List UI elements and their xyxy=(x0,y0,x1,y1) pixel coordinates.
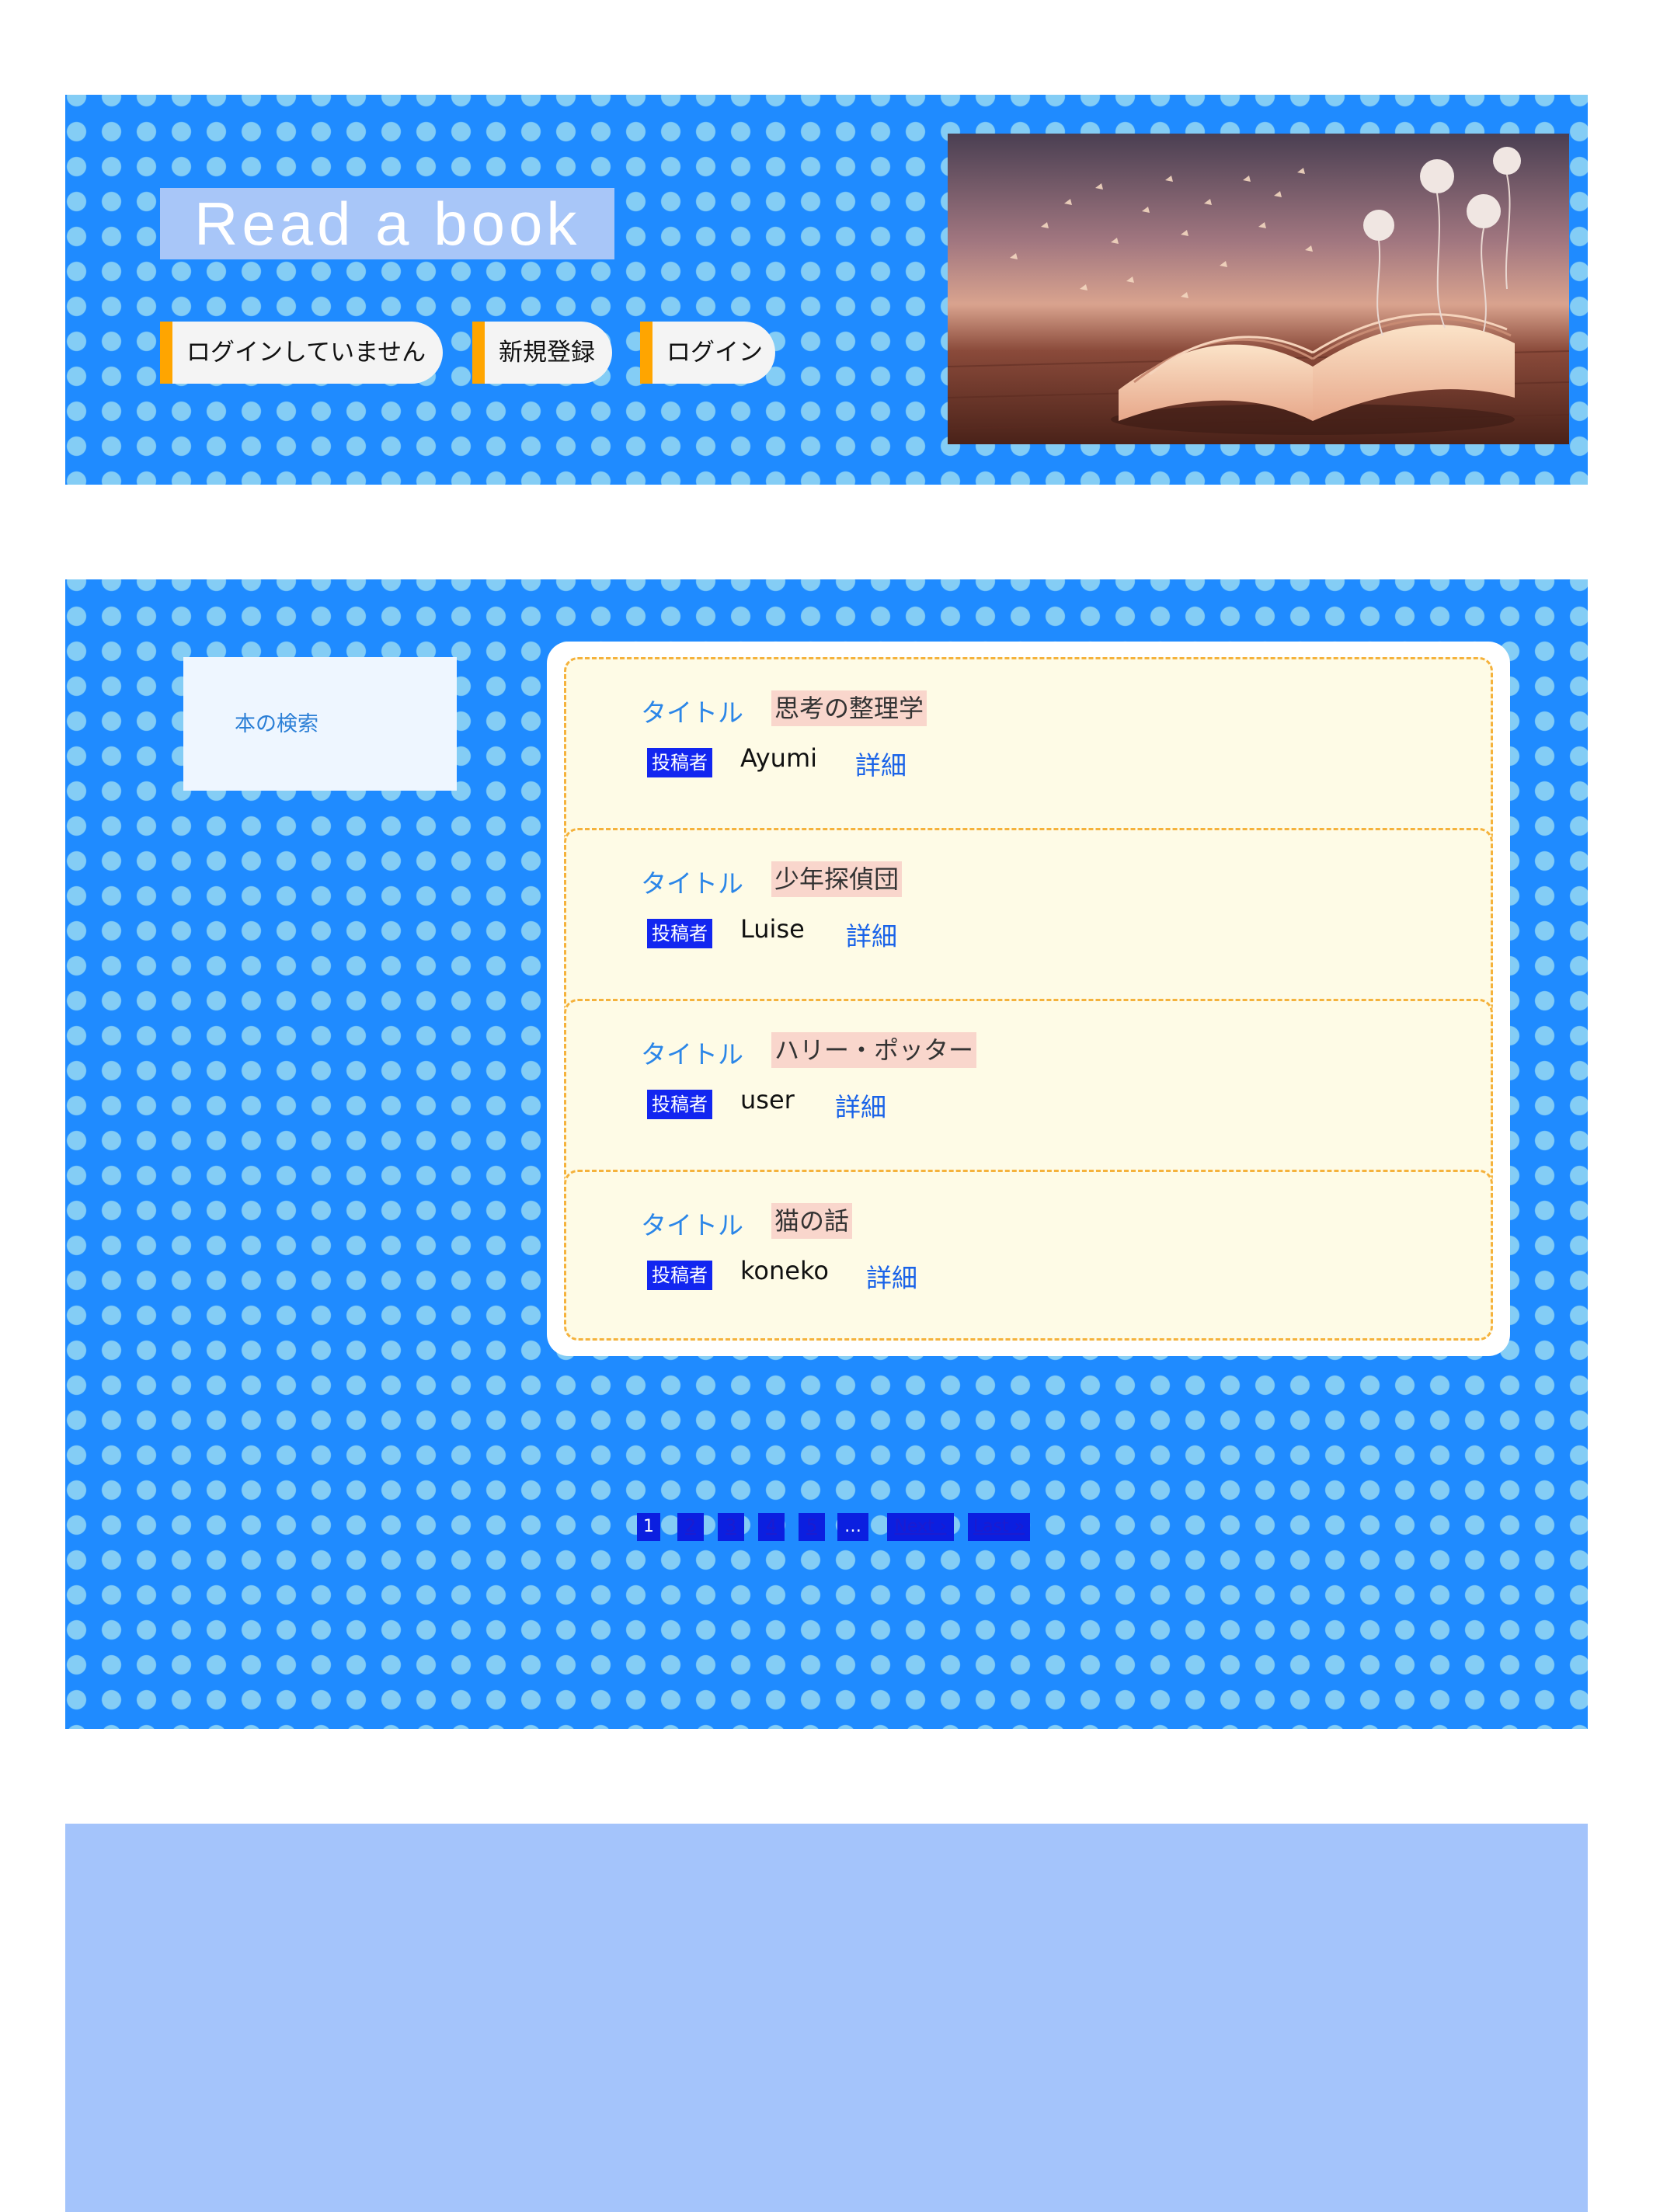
next-page-link[interactable]: Next › xyxy=(887,1513,954,1541)
book-title: 猫の話 xyxy=(771,1203,853,1239)
open-book-illustration xyxy=(948,134,1569,444)
poster-badge: 投稿者 xyxy=(647,1090,712,1119)
post-card: タイトル 少年探偵団 投稿者 Luise 詳細 xyxy=(564,828,1493,1019)
site-header: Read a book ログインしていません 新規登録 ログイン xyxy=(65,95,1588,485)
detail-link[interactable]: 詳細 xyxy=(866,1257,917,1295)
last-page-link[interactable]: Last » xyxy=(968,1513,1030,1541)
book-title: ハリー・ポッター xyxy=(771,1032,977,1068)
main-content: 本の検索 タイトル 思考の整理学 投稿者 Ayumi 詳細 タイトル 少年探偵団… xyxy=(65,579,1588,1729)
page-link[interactable]: 4 xyxy=(758,1513,785,1541)
title-label: タイトル xyxy=(641,1039,743,1069)
post-card: タイトル 思考の整理学 投稿者 Ayumi 詳細 xyxy=(564,657,1493,848)
detail-link[interactable]: 詳細 xyxy=(835,1087,886,1124)
book-title: 少年探偵団 xyxy=(771,861,903,897)
title-label: タイトル xyxy=(641,697,743,728)
signup-button[interactable]: 新規登録 xyxy=(472,322,612,384)
poster-name: koneko xyxy=(740,1256,829,1285)
detail-link[interactable]: 詳細 xyxy=(846,916,897,953)
poster-badge: 投稿者 xyxy=(647,748,712,777)
poster-name: user xyxy=(740,1085,795,1115)
page-current: 1 xyxy=(637,1513,660,1541)
post-list: タイトル 思考の整理学 投稿者 Ayumi 詳細 タイトル 少年探偵団 投稿者 … xyxy=(547,642,1510,1356)
title-label: タイトル xyxy=(641,868,743,899)
book-search-link[interactable]: 本の検索 xyxy=(235,707,318,737)
poster-name: Ayumi xyxy=(740,743,817,773)
poster-badge: 投稿者 xyxy=(647,1261,712,1290)
post-card: タイトル 猫の話 投稿者 koneko 詳細 xyxy=(564,1170,1493,1341)
site-title[interactable]: Read a book xyxy=(160,188,615,259)
login-status-button[interactable]: ログインしていません xyxy=(160,322,443,384)
login-button[interactable]: ログイン xyxy=(640,322,775,384)
book-title: 思考の整理学 xyxy=(771,690,927,726)
header-book-image xyxy=(948,134,1569,444)
page-link[interactable]: 2 xyxy=(677,1513,704,1541)
sidebar: 本の検索 xyxy=(183,657,457,791)
page-ellipsis: … xyxy=(837,1513,868,1541)
page-link[interactable]: 3 xyxy=(718,1513,744,1541)
site-footer xyxy=(65,1824,1588,2212)
detail-link[interactable]: 詳細 xyxy=(855,745,907,782)
post-card: タイトル ハリー・ポッター 投稿者 user 詳細 xyxy=(564,999,1493,1190)
poster-badge: 投稿者 xyxy=(647,919,712,948)
title-label: タイトル xyxy=(641,1210,743,1240)
poster-name: Luise xyxy=(740,914,805,944)
page-link[interactable]: 5 xyxy=(799,1513,825,1541)
